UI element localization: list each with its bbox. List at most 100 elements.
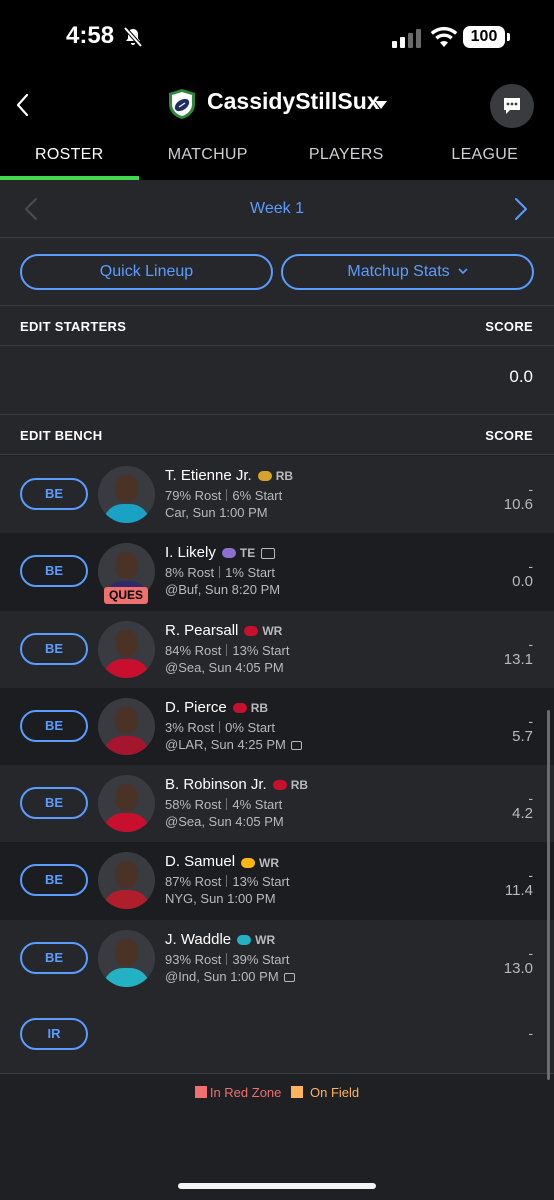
- rost-pct: 79% Rost: [165, 488, 222, 503]
- divider: [226, 875, 228, 888]
- player-name-line[interactable]: B. Robinson Jr. RB: [165, 776, 308, 793]
- chevron-down-icon: [458, 268, 468, 275]
- chat-button[interactable]: [490, 84, 534, 128]
- news-icon[interactable]: [261, 547, 276, 559]
- player-name[interactable]: R. Pearsall: [165, 622, 238, 639]
- player-name[interactable]: D. Pierce: [165, 699, 227, 716]
- projected-score: 11.4: [504, 882, 533, 900]
- app-header: CassidyStillSux ROSTER MATCHUP PLAYERS L…: [0, 78, 554, 180]
- player-headshot[interactable]: [98, 775, 155, 833]
- jersey-shape: [103, 890, 150, 910]
- bench-player-row[interactable]: BE QUES I. Likely TE 8% Rost 1% Start @Buf, Su…: [0, 533, 554, 611]
- slot-button-be[interactable]: BE: [20, 787, 88, 820]
- start-pct: 13% Start: [232, 874, 290, 890]
- edit-starters-label[interactable]: EDIT STARTERS: [20, 319, 126, 334]
- tab-roster[interactable]: ROSTER: [0, 138, 139, 180]
- divider: [226, 952, 228, 965]
- ir-score: -: [528, 1025, 533, 1041]
- tab-players[interactable]: PLAYERS: [277, 138, 416, 180]
- on-field-swatch: [291, 1086, 304, 1098]
- red-zone-swatch: [194, 1086, 207, 1098]
- player-position: RB: [250, 700, 269, 715]
- slot-button-be[interactable]: BE: [20, 709, 88, 742]
- rost-pct: 87% Rost: [165, 874, 222, 890]
- player-position: RB: [290, 778, 309, 793]
- bench-player-row[interactable]: BE J. Waddle WR 93% Rost 39% Start @Ind, Sun …: [0, 919, 554, 998]
- player-name-line[interactable]: D. Pierce RB: [165, 699, 268, 716]
- game-time: NYG, Sun 1:00 PM: [165, 891, 276, 907]
- player-headshot[interactable]: [98, 697, 155, 755]
- head-shape: [115, 629, 138, 657]
- texans-icon: [232, 702, 247, 713]
- player-name-line[interactable]: T. Etienne Jr. RB: [165, 467, 293, 484]
- slot-button-be[interactable]: BE: [20, 478, 88, 510]
- player-name[interactable]: I. Likely: [165, 544, 216, 561]
- projected-score: 13.0: [503, 959, 533, 977]
- team-name[interactable]: CassidyStillSux: [207, 88, 380, 115]
- slot-button-be[interactable]: BE: [20, 941, 88, 974]
- divider: [226, 489, 228, 501]
- week-label[interactable]: Week 1: [0, 200, 554, 218]
- tab-league[interactable]: LEAGUE: [416, 138, 554, 180]
- player-name[interactable]: J. Waddle: [165, 931, 231, 948]
- player-ownership: 79% Rost 6% Start: [165, 488, 282, 503]
- game-time: @Buf, Sun 8:20 PM: [165, 582, 281, 598]
- divider: [219, 566, 221, 579]
- start-pct: 4% Start: [232, 797, 283, 813]
- player-name-line[interactable]: R. Pearsall WR: [165, 622, 282, 639]
- player-ownership: 93% Rost 39% Start: [165, 952, 289, 967]
- game-info: @Ind, Sun 1:00 PM: [165, 969, 295, 984]
- player-name[interactable]: B. Robinson Jr.: [165, 776, 267, 793]
- legend: In Red Zone On Field: [0, 1085, 554, 1100]
- starters-header: EDIT STARTERS SCORE: [0, 306, 554, 346]
- tab-matchup[interactable]: MATCHUP: [139, 138, 278, 180]
- player-name[interactable]: D. Samuel: [165, 853, 235, 870]
- slot-button-be[interactable]: BE: [20, 555, 88, 588]
- slot-button-ir[interactable]: IR: [20, 1018, 88, 1050]
- home-indicator[interactable]: [178, 1183, 376, 1189]
- projected-score: 5.7: [512, 727, 533, 745]
- game-time: @Sea, Sun 4:05 PM: [165, 814, 284, 830]
- player-name-line[interactable]: I. Likely TE: [165, 544, 276, 561]
- jersey-shape: [103, 813, 150, 833]
- player-name-line[interactable]: J. Waddle WR: [165, 931, 275, 948]
- player-headshot[interactable]: [98, 620, 155, 678]
- player-ownership: 3% Rost 0% Start: [165, 720, 275, 735]
- back-chevron-icon[interactable]: [12, 92, 34, 118]
- bench-player-row[interactable]: BE D. Pierce RB 3% Rost 0% Start @LAR, Sun 4:…: [0, 687, 554, 766]
- quick-lineup-button[interactable]: Quick Lineup: [20, 254, 273, 290]
- player-headshot[interactable]: [98, 852, 155, 910]
- player-name[interactable]: T. Etienne Jr.: [165, 467, 252, 484]
- slot-button-be[interactable]: BE: [20, 632, 88, 665]
- projected-score: 0.0: [512, 573, 533, 591]
- jaguars-icon: [257, 471, 272, 482]
- player-headshot[interactable]: [98, 929, 155, 987]
- edit-bench-label[interactable]: EDIT BENCH: [20, 428, 102, 443]
- status-bar: 4:58 100: [0, 0, 554, 78]
- chevron-down-icon[interactable]: [375, 101, 387, 109]
- next-week-icon[interactable]: [514, 197, 528, 221]
- player-position: RB: [275, 469, 294, 484]
- player-name-line[interactable]: D. Samuel WR: [165, 853, 279, 870]
- bench-player-row[interactable]: BE T. Etienne Jr. RB 79% Rost 6% Start Car, S…: [0, 456, 554, 534]
- chat-bubble-icon: [504, 98, 520, 114]
- ir-row: IR -: [0, 995, 554, 1074]
- game-info: @LAR, Sun 4:25 PM: [165, 737, 302, 752]
- jersey-shape: [103, 967, 150, 987]
- tv-icon: [290, 740, 302, 750]
- divider: [219, 720, 221, 733]
- bench-player-row[interactable]: BE R. Pearsall WR 84% Rost 13% Start @Sea, Su…: [0, 610, 554, 688]
- bench-player-row[interactable]: BE B. Robinson Jr. RB 58% Rost 4% Start @Sea,…: [0, 765, 554, 843]
- player-headshot[interactable]: [98, 466, 155, 523]
- player-ownership: 87% Rost 13% Start: [165, 874, 289, 889]
- bench-player-row[interactable]: BE D. Samuel WR 87% Rost 13% Start NYG, Sun 1…: [0, 842, 554, 920]
- actual-score: -: [528, 481, 533, 497]
- actual-score: -: [528, 944, 533, 961]
- tv-icon: [283, 972, 295, 982]
- scrollbar[interactable]: [547, 710, 550, 1080]
- matchup-stats-button[interactable]: Matchup Stats: [281, 254, 534, 290]
- player-ownership: 58% Rost 4% Start: [165, 797, 282, 812]
- slot-button-be[interactable]: BE: [20, 864, 88, 897]
- player-position: WR: [262, 623, 283, 638]
- game-info: NYG, Sun 1:00 PM: [165, 891, 276, 906]
